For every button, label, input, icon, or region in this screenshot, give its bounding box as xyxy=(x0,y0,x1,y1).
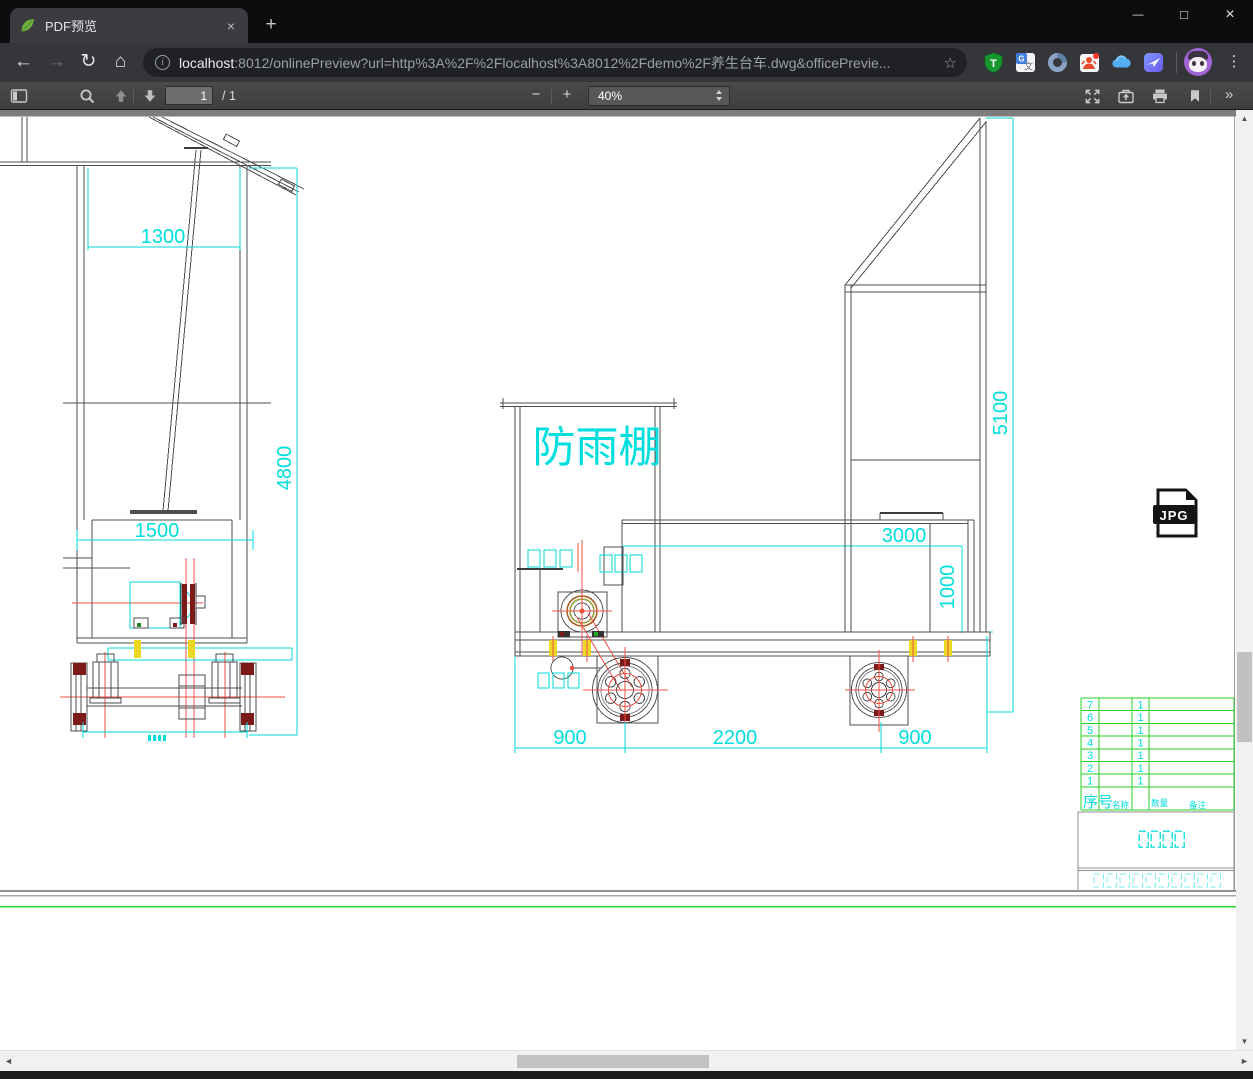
page-total-label: / 1 xyxy=(222,89,236,103)
svg-text:1: 1 xyxy=(1137,750,1143,762)
presentation-mode-icon[interactable] xyxy=(1081,86,1103,106)
dim-3000: 3000 xyxy=(882,525,927,547)
profile-avatar[interactable] xyxy=(1184,48,1212,76)
url-text: localhost:8012/onlinePreview?url=http%3A… xyxy=(179,53,936,73)
vertical-scrollbar[interactable]: ▲ ▼ xyxy=(1236,110,1253,1050)
zoom-select[interactable]: 40% xyxy=(588,86,730,106)
extension-cloud-icon[interactable] xyxy=(1111,52,1132,73)
canopy-label: 防雨棚 xyxy=(533,424,662,472)
close-button[interactable]: × xyxy=(1207,0,1253,30)
home-icon[interactable]: ⌂ xyxy=(105,47,136,78)
url-bar[interactable]: i localhost:8012/onlinePreview?url=http%… xyxy=(143,48,967,77)
bookmark-star-icon[interactable]: ☆ xyxy=(944,54,957,72)
page-number-input[interactable] xyxy=(165,86,213,105)
dim-5100: 5100 xyxy=(990,391,1012,436)
browser-toolbar: ← → ↻ ⌂ i localhost:8012/onlinePreview?u… xyxy=(0,43,1253,82)
horizontal-scrollbar[interactable]: ◄ ► xyxy=(0,1050,1253,1071)
sidebar-toggle-icon[interactable] xyxy=(8,86,30,106)
browser-menu-icon[interactable]: ⋮ xyxy=(1222,50,1246,74)
dim-2200: 2200 xyxy=(713,727,758,749)
maximize-button[interactable]: □ xyxy=(1161,0,1207,30)
scroll-right-icon[interactable]: ► xyxy=(1236,1051,1253,1072)
tab-close-icon[interactable]: × xyxy=(220,18,242,34)
minimize-button[interactable]: — xyxy=(1115,0,1161,30)
vertical-scrollbar-thumb[interactable] xyxy=(1237,652,1252,742)
svg-text:3: 3 xyxy=(1087,750,1093,762)
svg-text:7: 7 xyxy=(1087,699,1093,711)
scroll-down-icon[interactable]: ▼ xyxy=(1236,1033,1253,1050)
bom-header-note: 备注 xyxy=(1189,800,1207,810)
svg-text:1: 1 xyxy=(1137,725,1143,737)
forward-icon[interactable]: → xyxy=(41,47,72,78)
scroll-up-icon[interactable]: ▲ xyxy=(1236,110,1253,127)
jpg-file-icon: JPG xyxy=(1153,488,1198,538)
browser-tab[interactable]: PDF预览 × xyxy=(10,8,248,43)
svg-text:1: 1 xyxy=(1137,712,1143,724)
extension-proxy-ring-icon[interactable] xyxy=(1047,52,1068,73)
extension-assistant-icon[interactable] xyxy=(1079,52,1100,73)
svg-text:6: 6 xyxy=(1087,712,1093,724)
bom-header-no: 序号 xyxy=(1083,794,1113,811)
svg-text:T: T xyxy=(990,58,997,70)
extension-tampermonkey-icon[interactable]: T xyxy=(983,52,1004,73)
site-info-icon[interactable]: i xyxy=(155,55,170,70)
dim-1500: 1500 xyxy=(135,520,180,542)
more-tools-icon[interactable]: » xyxy=(1218,86,1240,103)
svg-text:2: 2 xyxy=(1087,763,1093,775)
back-icon[interactable]: ← xyxy=(8,47,39,78)
dim-900-left: 900 xyxy=(553,727,586,749)
svg-text:1: 1 xyxy=(1087,776,1093,788)
url-path: :8012/onlinePreview?url=http%3A%2F%2Floc… xyxy=(234,54,891,71)
dim-1000: 1000 xyxy=(937,565,959,610)
svg-text:1: 1 xyxy=(1137,699,1143,711)
left-view: 1300 4800 1500 xyxy=(0,116,305,741)
title-text-glyphs xyxy=(1138,830,1185,848)
dim-4800: 4800 xyxy=(274,446,296,491)
scroll-left-icon[interactable]: ◄ xyxy=(0,1051,17,1072)
zoom-out-button[interactable]: − xyxy=(526,86,546,103)
page-down-icon[interactable] xyxy=(139,86,161,106)
svg-text:4: 4 xyxy=(1087,738,1093,750)
dim-900-right: 900 xyxy=(898,727,931,749)
tab-strip: PDF预览 × + — □ × xyxy=(0,0,1253,43)
print-icon[interactable] xyxy=(1149,86,1171,106)
extension-translate-icon[interactable]: G 文 xyxy=(1015,52,1036,73)
svg-text:1: 1 xyxy=(1137,738,1143,750)
svg-text:5: 5 xyxy=(1087,725,1093,737)
window-bottom-edge xyxy=(0,1071,1253,1079)
bom-header-name: 名称 xyxy=(1112,800,1130,810)
tab-title: PDF预览 xyxy=(45,19,98,34)
zoom-in-button[interactable]: + xyxy=(557,86,577,103)
pdf-toolbar: / 1 − + 40% » xyxy=(0,82,1253,110)
company-text-glyphs xyxy=(1093,873,1222,888)
dim-1300: 1300 xyxy=(141,226,186,248)
bookmark-view-icon[interactable] xyxy=(1184,86,1206,106)
svg-text:1: 1 xyxy=(1137,776,1143,788)
svg-text:1: 1 xyxy=(1137,763,1143,775)
bom-header-qty: 数量 xyxy=(1151,798,1169,808)
zoom-value: 40% xyxy=(598,89,623,103)
open-file-icon[interactable] xyxy=(1115,86,1137,106)
url-host: localhost xyxy=(179,54,235,71)
new-tab-button[interactable]: + xyxy=(258,13,284,39)
reload-icon[interactable]: ↻ xyxy=(73,47,104,78)
sheet-borders xyxy=(0,110,1236,908)
browser-window: PDF预览 × + — □ × ← → ↻ ⌂ i localhost:8012… xyxy=(0,0,1253,1079)
side-view: 防雨棚 3000 1000 900 2200 900 5100 xyxy=(500,117,1014,753)
extension-bird-icon[interactable] xyxy=(1143,52,1164,73)
toolbar-separator xyxy=(1176,52,1177,73)
page-up-icon[interactable] xyxy=(110,86,132,106)
pdf-page: 1300 4800 1500 防雨棚 3000 1000 900 2200 90… xyxy=(0,110,1253,1050)
search-icon[interactable] xyxy=(76,86,98,106)
zoom-select-spinner-icon xyxy=(716,90,722,101)
spring-leaf-icon xyxy=(21,19,34,32)
title-block: 71 61 51 41 31 21 11 序号 名称 数量 备注 xyxy=(1077,697,1235,892)
cad-drawing: 1300 4800 1500 防雨棚 3000 1000 900 2200 90… xyxy=(0,110,1236,908)
horizontal-scrollbar-thumb[interactable] xyxy=(517,1055,709,1068)
jpg-icon-label: JPG xyxy=(1159,508,1188,523)
svg-text:文: 文 xyxy=(1024,61,1033,72)
